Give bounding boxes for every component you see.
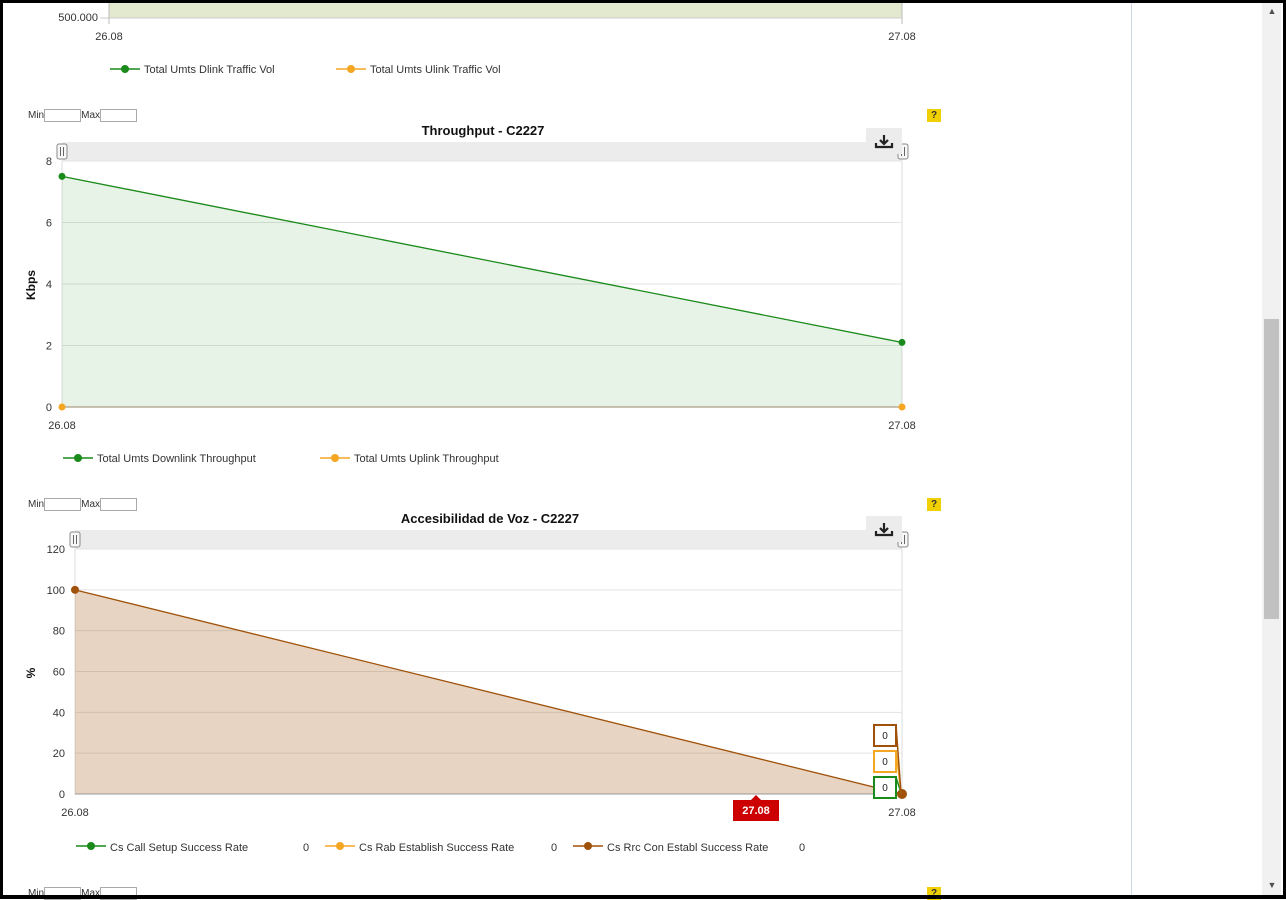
legend-item[interactable]: Cs Rrc Con Establ Success Rate 0 <box>573 842 805 854</box>
plot-area: 0 20 40 60 80 100 120 26.08 27.08 <box>47 544 916 819</box>
y-tick-label: 4 <box>46 279 52 291</box>
legend-value: 0 <box>799 842 805 854</box>
traffic-area <box>109 3 902 18</box>
legend-label: Cs Rab Establish Success Rate <box>359 842 514 854</box>
min-label: Min <box>28 888 45 899</box>
traffic-volume-chart: 500.000 26.08 27.08 Total Umts Dlink Tra… <box>58 3 916 76</box>
data-point <box>58 172 66 180</box>
voice-accessibility-chart: Accesibilidad de Voz - C2227 % 0 20 40 60 80… <box>24 511 916 854</box>
legend-value: 0 <box>303 842 309 854</box>
y-tick-label: 8 <box>46 156 52 168</box>
x-tick-label: 27.08 <box>888 31 916 43</box>
scroll-up-icon[interactable]: ▲ <box>1266 5 1278 17</box>
legend-value: 0 <box>551 842 557 854</box>
x-tick-label: 26.08 <box>48 420 76 432</box>
legend-label: Total Umts Uplink Throughput <box>354 453 499 465</box>
x-tick-label: 27.08 <box>888 807 916 819</box>
scroll-down-icon[interactable]: ▼ <box>1266 879 1278 891</box>
min-input[interactable] <box>44 887 82 900</box>
y-tick-label: 0 <box>46 402 52 414</box>
data-point <box>898 338 906 346</box>
max-input[interactable] <box>100 887 138 900</box>
zoom-navigator[interactable] <box>62 142 902 162</box>
y-tick-label: 80 <box>53 626 65 638</box>
tooltip-value: 0 <box>882 731 888 742</box>
zoom-handle[interactable] <box>69 531 81 548</box>
zoom-navigator[interactable] <box>75 530 902 550</box>
download-button[interactable] <box>866 128 902 154</box>
y-axis-title: % <box>24 667 38 678</box>
y-tick-label: 6 <box>46 218 52 230</box>
throughput-chart: Throughput - C2227 Kbps 0246826.08 27.08 … <box>24 123 916 465</box>
legend-label: Total Umts Dlink Traffic Vol <box>144 64 275 76</box>
crosshair-label: 27.08 <box>742 805 770 817</box>
max-label: Max <box>81 888 101 899</box>
data-point <box>71 585 79 594</box>
panel-divider <box>1131 0 1132 899</box>
legend-item[interactable]: Cs Rab Establish Success Rate 0 <box>325 842 557 854</box>
data-point <box>898 403 906 411</box>
y-axis-title: Kbps <box>24 270 38 300</box>
y-tick-label: 40 <box>53 707 65 719</box>
legend-label: Cs Rrc Con Establ Success Rate <box>607 842 768 854</box>
x-tick-label: 26.08 <box>61 807 89 819</box>
crosshair-pointer <box>751 795 761 800</box>
plot-area: 0 2 4 6 8 26.08 27.08 <box>46 156 916 432</box>
y-tick-label: 2 <box>46 341 52 353</box>
legend-item[interactable]: Total Umts Ulink Traffic Vol <box>336 64 501 76</box>
axis-range-controls: Min Max <box>28 887 138 900</box>
x-tick-label: 26.08 <box>95 31 123 43</box>
tooltip-value: 0 <box>882 783 888 794</box>
download-button[interactable] <box>866 516 902 542</box>
data-point <box>58 403 66 411</box>
legend-label: Cs Call Setup Success Rate <box>110 842 248 854</box>
hover-marker <box>897 789 907 799</box>
zoom-handle[interactable] <box>56 143 68 160</box>
scrollbar-thumb[interactable] <box>1264 319 1279 619</box>
y-tick-label: 20 <box>53 748 65 760</box>
legend-label: Total Umts Ulink Traffic Vol <box>370 64 501 76</box>
legend-item[interactable]: Total Umts Uplink Throughput <box>320 453 499 465</box>
y-tick-label: 60 <box>53 667 65 679</box>
tooltip-value: 0 <box>882 757 888 768</box>
y-tick-label: 120 <box>47 544 65 556</box>
help-icon[interactable]: ? <box>927 887 941 900</box>
legend-label: Total Umts Downlink Throughput <box>97 453 256 465</box>
y-tick-label: 100 <box>47 585 65 597</box>
legend-item[interactable]: Cs Call Setup Success Rate 0 <box>76 842 309 854</box>
legend-item[interactable]: Total Umts Dlink Traffic Vol <box>110 64 275 76</box>
y-tick-label: 0 <box>59 789 65 801</box>
legend-item[interactable]: Total Umts Downlink Throughput <box>63 453 256 465</box>
chart-title: Accesibilidad de Voz - C2227 <box>401 511 579 526</box>
x-tick-label: 27.08 <box>888 420 916 432</box>
chart-title: Throughput - C2227 <box>422 123 545 138</box>
y-tick-label: 500.000 <box>58 12 98 24</box>
